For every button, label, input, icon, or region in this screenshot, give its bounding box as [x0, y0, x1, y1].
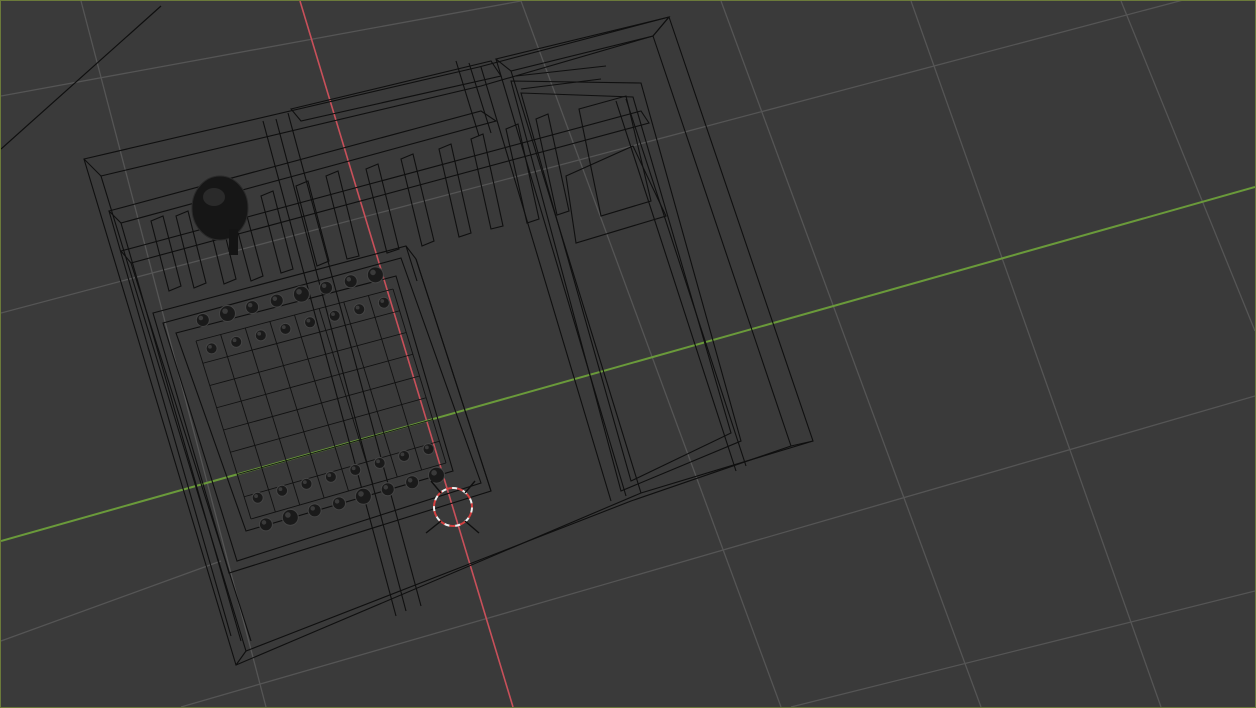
chess-piece-highlight: [376, 459, 380, 464]
board-grid-line: [237, 419, 433, 475]
chess-piece[interactable]: [230, 335, 243, 348]
chess-piece[interactable]: [195, 312, 210, 327]
viewport-canvas[interactable]: [1, 1, 1255, 707]
chess-piece-highlight: [424, 445, 429, 450]
chess-piece[interactable]: [304, 316, 317, 329]
chess-piece-highlight: [296, 288, 302, 295]
camera-edge-line: [1, 5, 162, 150]
board-grid-line: [223, 375, 420, 431]
chess-piece[interactable]: [205, 342, 218, 355]
chess-piece[interactable]: [366, 266, 384, 284]
chess-piece-highlight: [400, 452, 405, 457]
chess-piece-highlight: [272, 296, 278, 301]
chess-piece[interactable]: [349, 463, 362, 476]
chess-piece-highlight: [285, 512, 291, 518]
chess-piece-highlight: [281, 325, 286, 330]
chess-piece-highlight: [247, 302, 253, 308]
chess-piece[interactable]: [398, 450, 411, 463]
chess-piece[interactable]: [332, 496, 347, 511]
chess-piece-highlight: [310, 506, 315, 511]
chess-piece-highlight: [358, 491, 364, 497]
chess-piece-highlight: [351, 466, 356, 471]
chess-piece[interactable]: [254, 329, 267, 342]
board-grid-line: [230, 397, 427, 453]
chess-piece[interactable]: [343, 274, 358, 289]
wireframe-model[interactable]: [83, 16, 814, 666]
chess-piece[interactable]: [422, 443, 435, 456]
chess-piece[interactable]: [276, 484, 289, 497]
chess-piece-highlight: [431, 470, 437, 476]
chess-piece[interactable]: [353, 303, 366, 316]
floor-grid: [1, 1, 1255, 707]
chess-piece[interactable]: [218, 305, 236, 323]
chess-piece-highlight: [346, 277, 352, 282]
x-axis-line: [299, 1, 514, 707]
chess-piece[interactable]: [324, 470, 337, 483]
chess-piece[interactable]: [427, 466, 445, 484]
chess-piece[interactable]: [354, 487, 372, 505]
chess-piece[interactable]: [405, 475, 420, 490]
chess-piece-highlight: [327, 473, 332, 478]
chess-piece-highlight: [370, 269, 376, 276]
chess-piece[interactable]: [380, 482, 395, 497]
chess-piece-highlight: [380, 299, 385, 303]
chess-piece[interactable]: [300, 477, 313, 490]
chess-piece[interactable]: [377, 296, 390, 309]
chess-piece[interactable]: [307, 503, 322, 518]
chess-piece[interactable]: [269, 293, 284, 308]
pendant-lamp[interactable]: [191, 175, 249, 255]
chess-piece-highlight: [407, 478, 413, 483]
chess-piece-highlight: [278, 487, 283, 492]
chess-piece[interactable]: [281, 508, 299, 526]
chess-piece-highlight: [222, 308, 228, 314]
chess-piece-highlight: [208, 344, 212, 349]
chess-piece-highlight: [198, 315, 204, 321]
chess-piece-highlight: [232, 338, 237, 343]
chess-piece[interactable]: [251, 491, 264, 504]
chess-piece-highlight: [331, 312, 335, 317]
chess-piece[interactable]: [258, 517, 273, 532]
chess-piece-highlight: [302, 480, 307, 485]
chess-piece[interactable]: [328, 309, 341, 322]
chess-piece-highlight: [254, 494, 258, 499]
chess-piece-highlight: [257, 331, 262, 336]
chess-piece[interactable]: [319, 280, 334, 295]
board-grid-line: [216, 353, 413, 409]
chess-piece[interactable]: [279, 322, 292, 335]
chess-piece-highlight: [306, 318, 311, 323]
chess-piece-highlight: [383, 485, 389, 490]
chess-piece[interactable]: [373, 456, 386, 469]
chess-piece[interactable]: [245, 300, 260, 315]
chess-piece-highlight: [321, 283, 327, 289]
3d-viewport[interactable]: [0, 0, 1256, 708]
chess-piece-highlight: [355, 305, 360, 310]
chess-piece-highlight: [334, 499, 340, 504]
chess-piece[interactable]: [292, 285, 310, 303]
chess-piece-highlight: [261, 520, 267, 525]
